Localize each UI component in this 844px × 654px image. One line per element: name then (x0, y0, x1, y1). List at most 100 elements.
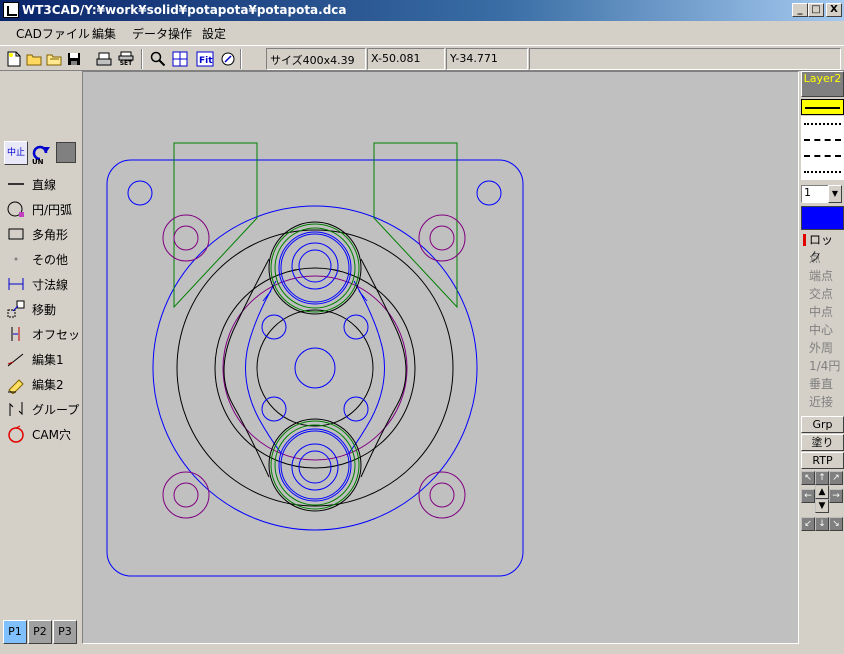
tool-polygon[interactable]: 多角形 (6, 223, 80, 245)
print-icon[interactable] (94, 49, 114, 69)
snap-endpoint[interactable]: 端点 (809, 267, 833, 284)
line-style-dashed[interactable] (801, 132, 844, 148)
layer-button[interactable]: Layer2 (801, 71, 844, 97)
page-tab-p3[interactable]: P3 (53, 620, 77, 644)
center-hole (294, 347, 336, 389)
tool-group[interactable]: グループ (6, 398, 80, 420)
maximize-button[interactable]: □ (808, 3, 824, 17)
snap-lock[interactable]: ロック (801, 231, 844, 264)
menu-cad-file[interactable]: CADファイル (16, 25, 90, 42)
pan-up-left-icon[interactable]: ↖ (801, 471, 815, 485)
pan-up-icon[interactable]: ↑ (815, 471, 829, 485)
boss-bore (298, 249, 332, 283)
window-title: WT3CAD/Y:¥work¥solid¥potapota¥potapota.d… (22, 3, 347, 17)
tool-circle-arc[interactable]: 円/円弧 (6, 198, 80, 220)
tool-line[interactable]: 直線 (6, 173, 80, 195)
boss-green (274, 424, 356, 506)
bolt-hole-inner (429, 482, 455, 508)
rtp-button[interactable]: RTP (801, 452, 844, 469)
fit-label: Fit (199, 56, 213, 66)
tool-edit1[interactable]: 編集1 (6, 348, 80, 370)
cam-outline (360, 258, 407, 478)
snap-midpoint[interactable]: 中点 (809, 303, 833, 320)
zoom-in-icon[interactable]: ▲ (815, 485, 829, 499)
bolt-hole-inner (173, 482, 199, 508)
cam-outline (223, 258, 270, 478)
open-file-icon[interactable] (44, 49, 64, 69)
menu-data-ops[interactable]: データ操作 (132, 25, 192, 42)
fill-button[interactable]: 塗り (801, 434, 844, 451)
tool-label: 寸法線 (32, 277, 69, 292)
page-tab-p1[interactable]: P1 (3, 620, 27, 644)
x-coordinate: X-50.081 (367, 48, 445, 70)
tool-label: 多角形 (32, 227, 69, 242)
line-icon (8, 183, 24, 185)
chevron-down-icon[interactable]: ▼ (828, 185, 842, 203)
tool-offset[interactable]: オフセット (6, 323, 92, 345)
title-bar: WT3CAD/Y:¥work¥solid¥potapota¥potapota.d… (0, 0, 844, 21)
pan-down-right-icon[interactable]: ↘ (829, 517, 843, 531)
pan-left-icon[interactable]: ← (801, 489, 815, 503)
cam-profile (245, 280, 282, 454)
minimize-button[interactable]: _ (792, 3, 808, 17)
pan-up-right-icon[interactable]: ↗ (829, 471, 843, 485)
snap-circumference[interactable]: 外周 (809, 339, 833, 356)
offset-icon (11, 327, 20, 341)
zoom-icon[interactable] (148, 49, 168, 69)
print-setup-icon[interactable]: SET (116, 49, 136, 69)
menu-settings[interactable]: 設定 (202, 25, 226, 42)
cad-drawing (106, 142, 524, 577)
tool-dimension[interactable]: 寸法線 (6, 273, 80, 295)
menu-edit[interactable]: 編集 (92, 25, 116, 42)
edit2-icon (8, 379, 24, 394)
left-bracket (173, 142, 258, 309)
view-icon[interactable] (218, 49, 238, 69)
snap-intersection[interactable]: 交点 (809, 285, 833, 302)
boss-green (270, 420, 360, 510)
tool-label: 編集2 (32, 377, 64, 392)
group-button[interactable]: Grp (801, 416, 844, 433)
toolbar: SET Fit サイズ400x4.39 X-50.081 Y-34.771 (0, 45, 844, 71)
boss-outer (268, 418, 362, 512)
fit-icon[interactable]: Fit (195, 49, 215, 69)
bolt-hole-inner (429, 225, 455, 251)
tool-color-box[interactable] (56, 142, 76, 163)
snap-quadrant[interactable]: 1/4円 (809, 357, 840, 374)
pan-down-left-icon[interactable]: ↙ (801, 517, 815, 531)
tool-label: 直線 (32, 177, 57, 192)
tool-label: グループ (32, 402, 80, 417)
line-style-solid[interactable] (801, 99, 844, 115)
tool-other[interactable]: その他 (6, 248, 80, 270)
pan-down-icon[interactable]: ↓ (815, 517, 829, 531)
new-file-icon[interactable] (4, 49, 24, 69)
save-icon[interactable] (64, 49, 84, 69)
close-button[interactable]: X (826, 3, 842, 17)
tool-label: その他 (32, 252, 69, 267)
snap-perpendicular[interactable]: 垂直 (809, 375, 833, 392)
line-width-select[interactable]: 1 ▼ (801, 185, 842, 203)
pan-navigator: ↖ ↑ ↗ ← ▲ ▼ → ↙ ↓ ↘ (801, 471, 844, 537)
pan-right-icon[interactable]: → (829, 489, 843, 503)
tool-edit2[interactable]: 編集2 (6, 373, 80, 395)
zoom-window-icon[interactable] (170, 49, 190, 69)
stop-button[interactable]: 中止 (4, 141, 28, 165)
black-circle (176, 229, 454, 507)
page-tab-p2[interactable]: P2 (28, 620, 52, 644)
drawing-canvas[interactable] (82, 71, 799, 644)
toolbar-separator (240, 49, 242, 69)
open-folder-icon[interactable] (24, 49, 44, 69)
tool-label: CAM穴 (32, 427, 71, 442)
group-icon (9, 402, 23, 416)
tool-cam-hole[interactable]: CAM穴 (6, 423, 80, 445)
line-style-dashdot[interactable] (801, 148, 844, 164)
snap-center[interactable]: 中心 (809, 321, 833, 338)
bolt-hole-outer (162, 214, 210, 262)
zoom-out-icon[interactable]: ▼ (815, 499, 829, 513)
color-swatch[interactable] (801, 206, 844, 230)
line-style-dashdotdot[interactable] (801, 164, 844, 180)
line-style-dotted[interactable] (801, 116, 844, 132)
snap-nearest[interactable]: 近接 (809, 393, 833, 410)
snap-point[interactable]: 点 (809, 249, 821, 266)
undo-button[interactable]: UN (30, 141, 52, 166)
tool-move[interactable]: 移動 (6, 298, 80, 320)
